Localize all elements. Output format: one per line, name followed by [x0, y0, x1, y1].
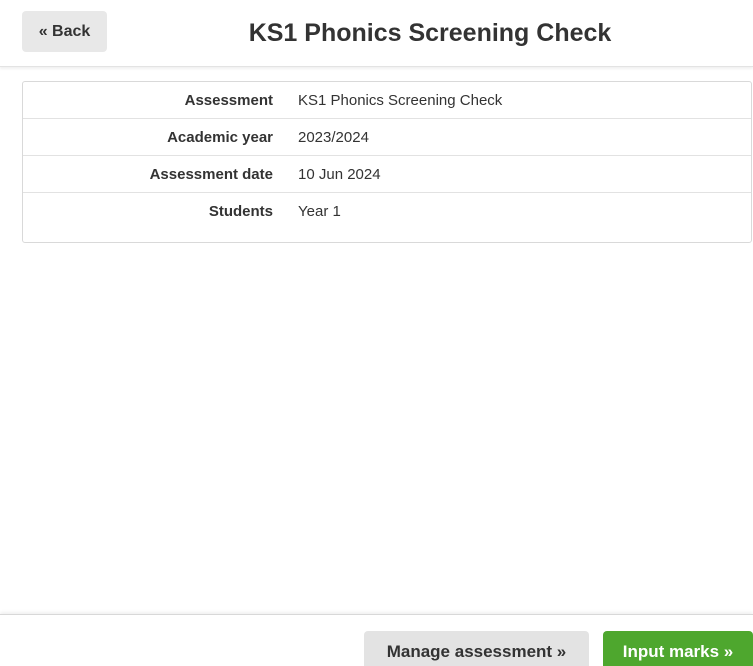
details-label: Assessment date — [149, 166, 273, 183]
input-marks-button[interactable]: Input marks » — [603, 631, 753, 666]
page-title: KS1 Phonics Screening Check — [248, 19, 612, 47]
assessment-details-table: Assessment KS1 Phonics Screening Check A… — [22, 81, 752, 243]
details-value: 2023/2024 — [298, 129, 369, 146]
details-row-assessment: Assessment KS1 Phonics Screening Check — [23, 82, 751, 119]
details-row-academic-year: Academic year 2023/2024 — [23, 119, 751, 156]
details-value: KS1 Phonics Screening Check — [298, 92, 503, 109]
manage-assessment-button[interactable]: Manage assessment » — [364, 631, 589, 666]
assessment-page: « Back KS1 Phonics Screening Check Asses… — [0, 0, 753, 666]
details-value: Year 1 — [298, 203, 341, 220]
details-label: Students — [208, 203, 273, 220]
details-row-students: Students Year 1 — [23, 193, 751, 230]
details-row-assessment-date: Assessment date 10 Jun 2024 — [23, 156, 751, 193]
action-footer: Manage assessment » Input marks » — [0, 614, 753, 666]
page-header: « Back KS1 Phonics Screening Check — [0, 0, 753, 67]
details-label: Academic year — [167, 129, 273, 146]
details-label: Assessment — [184, 92, 273, 109]
back-button[interactable]: « Back — [22, 11, 107, 52]
details-value: 10 Jun 2024 — [298, 166, 381, 183]
